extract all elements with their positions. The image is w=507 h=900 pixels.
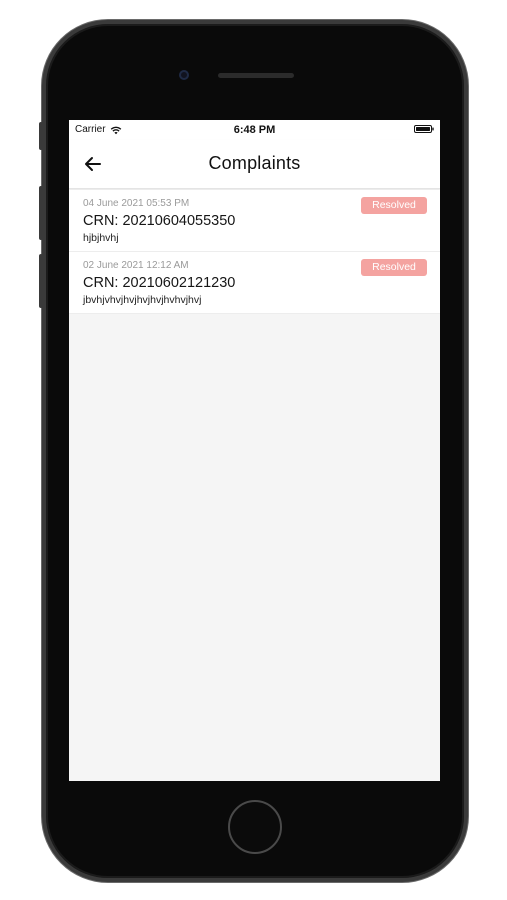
complaint-description: jbvhjvhvjhvjhvjhvjhvhvjhvj	[83, 294, 202, 306]
power-button	[464, 186, 468, 242]
complaint-date: 02 June 2021 12:12 AM	[83, 260, 189, 271]
complaints-list: 04 June 2021 05:53 PM Resolved CRN: 2021…	[69, 190, 440, 314]
app-screen: Carrier 6:48 PM Complaints 04 June 2021 …	[69, 120, 440, 781]
complaint-crn: CRN: 20210604055350	[83, 213, 236, 229]
earpiece-speaker	[218, 73, 294, 78]
home-button[interactable]	[228, 800, 282, 854]
status-badge: Resolved	[361, 197, 427, 214]
complaint-item[interactable]: 02 June 2021 12:12 AM Resolved CRN: 2021…	[69, 252, 440, 314]
status-time: 6:48 PM	[233, 124, 276, 136]
complaint-crn: CRN: 20210602121230	[83, 275, 236, 291]
mute-switch	[39, 122, 43, 150]
status-badge: Resolved	[361, 259, 427, 276]
navigation-bar: Complaints	[69, 140, 440, 189]
volume-up-button	[39, 186, 43, 240]
front-camera	[179, 70, 189, 80]
volume-down-button	[39, 254, 43, 308]
complaint-item[interactable]: 04 June 2021 05:53 PM Resolved CRN: 2021…	[69, 190, 440, 252]
page-title: Complaints	[208, 153, 301, 173]
complaint-description: hjbjhvhj	[83, 232, 119, 244]
complaint-date: 04 June 2021 05:53 PM	[83, 198, 190, 209]
battery-icon	[414, 125, 434, 133]
status-bar: Carrier 6:48 PM	[69, 120, 440, 140]
